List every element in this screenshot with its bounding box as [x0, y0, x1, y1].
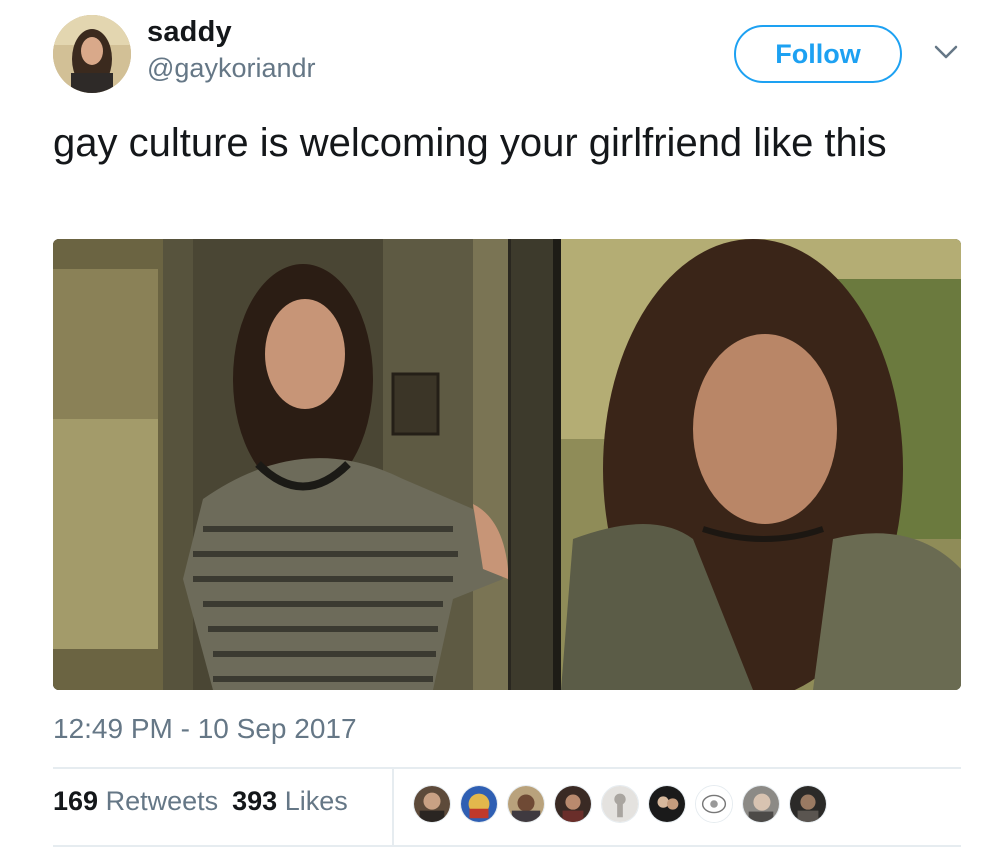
likes-stat[interactable]: 393 Likes: [232, 786, 348, 816]
liker-avatar-4[interactable]: [554, 785, 592, 823]
chevron-down-icon[interactable]: [932, 42, 960, 62]
stats-separator: [392, 769, 394, 845]
liker-avatar-2[interactable]: [460, 785, 498, 823]
retweets-stat[interactable]: 169 Retweets: [53, 786, 218, 816]
liker-avatar-6[interactable]: [648, 785, 686, 823]
retweets-count: 169: [53, 786, 99, 816]
liker-avatar-3[interactable]: [507, 785, 545, 823]
divider: [53, 767, 961, 769]
liker-avatar-9[interactable]: [789, 785, 827, 823]
tweet-timestamp[interactable]: 12:49 PM - 10 Sep 2017: [53, 713, 357, 745]
liker-avatars: [413, 785, 827, 823]
profile-avatar[interactable]: [53, 15, 131, 93]
tweet-media[interactable]: [53, 239, 961, 690]
retweets-label: Retweets: [105, 786, 219, 816]
divider: [53, 845, 961, 847]
media-image-right: [511, 239, 961, 690]
user-handle[interactable]: @gaykoriandr: [147, 53, 316, 84]
likes-count: 393: [232, 786, 278, 816]
media-image-left: [53, 239, 508, 690]
liker-avatar-7[interactable]: [695, 785, 733, 823]
follow-button[interactable]: Follow: [734, 25, 902, 83]
tweet-stats: 169 Retweets 393 Likes: [53, 786, 362, 817]
display-name[interactable]: saddy: [147, 16, 232, 49]
liker-avatar-5[interactable]: [601, 785, 639, 823]
tweet-text: gay culture is welcoming your girlfriend…: [53, 121, 887, 165]
liker-avatar-8[interactable]: [742, 785, 780, 823]
profile-avatar-image: [53, 15, 131, 93]
likes-label: Likes: [284, 786, 348, 816]
liker-avatar-1[interactable]: [413, 785, 451, 823]
